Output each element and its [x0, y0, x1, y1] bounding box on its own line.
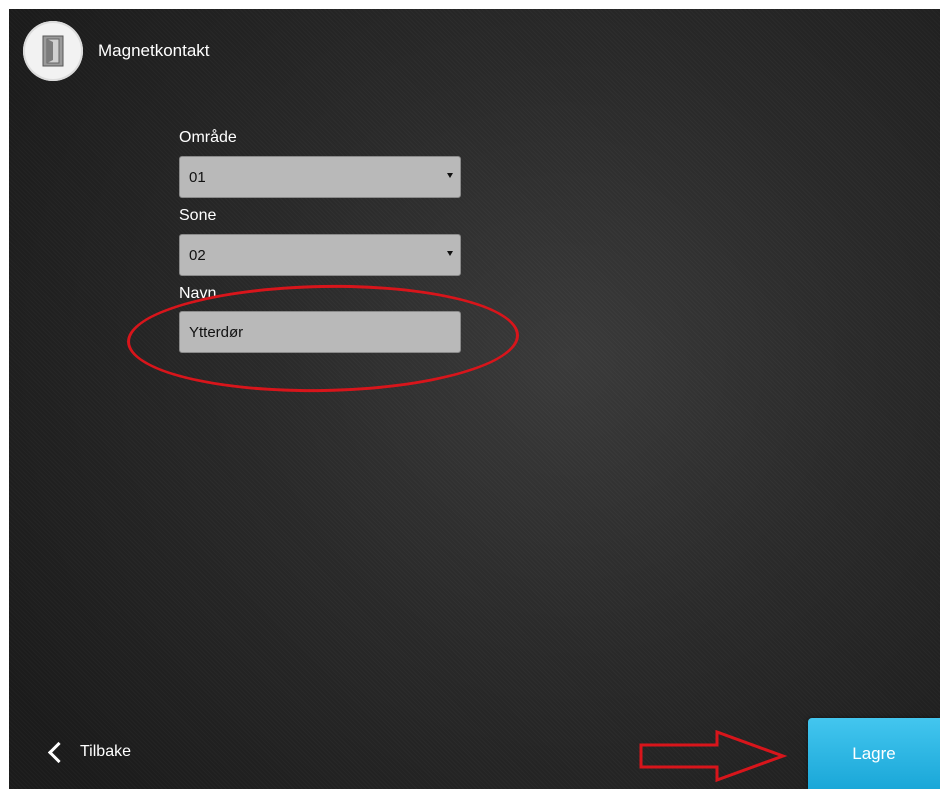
area-select[interactable]: 01 [179, 156, 461, 198]
area-label: Område [179, 129, 237, 146]
arrow-right-annotation-icon [639, 730, 788, 782]
back-button[interactable]: Tilbake [45, 737, 131, 767]
zone-select[interactable]: 02 [179, 234, 461, 276]
area-select-value: 01 [189, 168, 206, 186]
app-screen: Magnetkontakt Område 01 Sone 02 Navn Ytt… [9, 9, 940, 789]
zone-label: Sone [179, 207, 217, 224]
door-sensor-icon [23, 21, 83, 81]
page-title: Magnetkontakt [98, 41, 210, 60]
chevron-down-icon [447, 251, 453, 256]
chevron-down-icon [447, 173, 453, 178]
save-button[interactable]: Lagre [808, 718, 940, 789]
save-button-label: Lagre [852, 743, 896, 763]
chevron-left-icon [47, 741, 70, 763]
back-button-label: Tilbake [80, 743, 131, 760]
zone-select-value: 02 [189, 246, 206, 264]
